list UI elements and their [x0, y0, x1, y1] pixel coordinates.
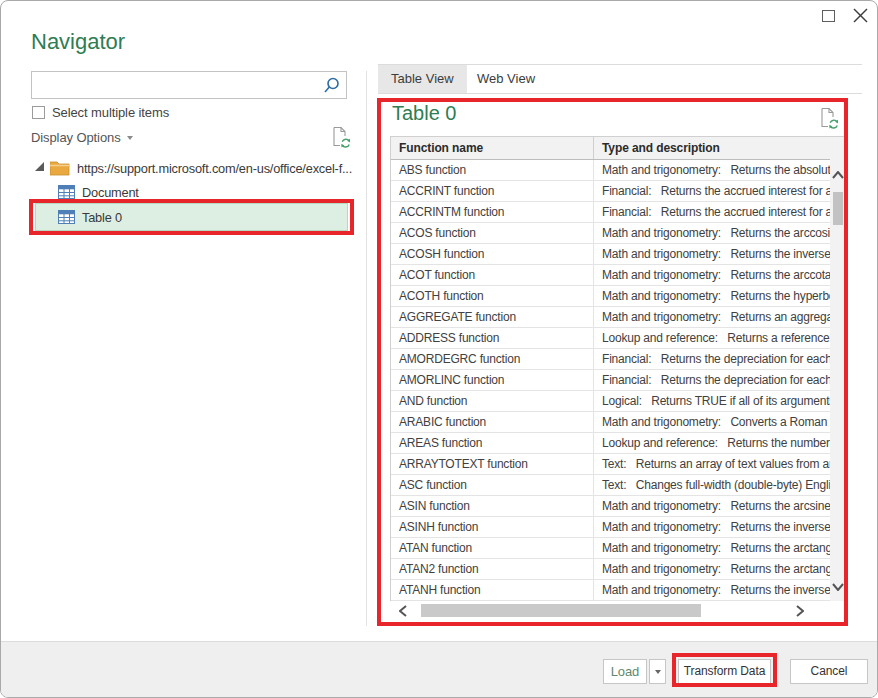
- search-input[interactable]: [36, 74, 320, 98]
- tree-root-url[interactable]: https://support.microsoft.com/en-us/offi…: [77, 161, 352, 176]
- cancel-button[interactable]: Cancel: [790, 659, 868, 684]
- chevron-down-icon: [127, 136, 133, 140]
- chevron-down-icon: [655, 670, 661, 674]
- page-title: Navigator: [31, 29, 125, 55]
- close-icon[interactable]: [853, 8, 868, 23]
- maximize-icon[interactable]: [822, 10, 835, 22]
- annotation-rect-table0: [29, 199, 354, 235]
- table-icon: [58, 185, 75, 199]
- load-dropdown-button[interactable]: [649, 659, 666, 684]
- navigator-dialog: Navigator Select multiple items Display …: [0, 0, 878, 698]
- view-tabs: Table View Web View: [378, 64, 862, 94]
- tab-table-view[interactable]: Table View: [378, 65, 467, 93]
- annotation-rect-transform: [672, 653, 777, 687]
- search-box[interactable]: [31, 71, 347, 99]
- display-options-dropdown[interactable]: Display Options: [31, 130, 121, 145]
- folder-icon: [50, 160, 70, 176]
- tree-expander-icon[interactable]: [35, 162, 45, 172]
- tree-item-document[interactable]: Document: [82, 185, 139, 200]
- refresh-document-icon[interactable]: [331, 126, 352, 149]
- search-icon[interactable]: [323, 77, 340, 94]
- load-button[interactable]: Load: [603, 659, 647, 684]
- annotation-rect-preview: [377, 98, 848, 626]
- select-multiple-label: Select multiple items: [52, 105, 169, 120]
- select-multiple-checkbox[interactable]: [32, 106, 45, 119]
- panel-divider: [366, 71, 367, 626]
- tab-web-view[interactable]: Web View: [464, 65, 548, 93]
